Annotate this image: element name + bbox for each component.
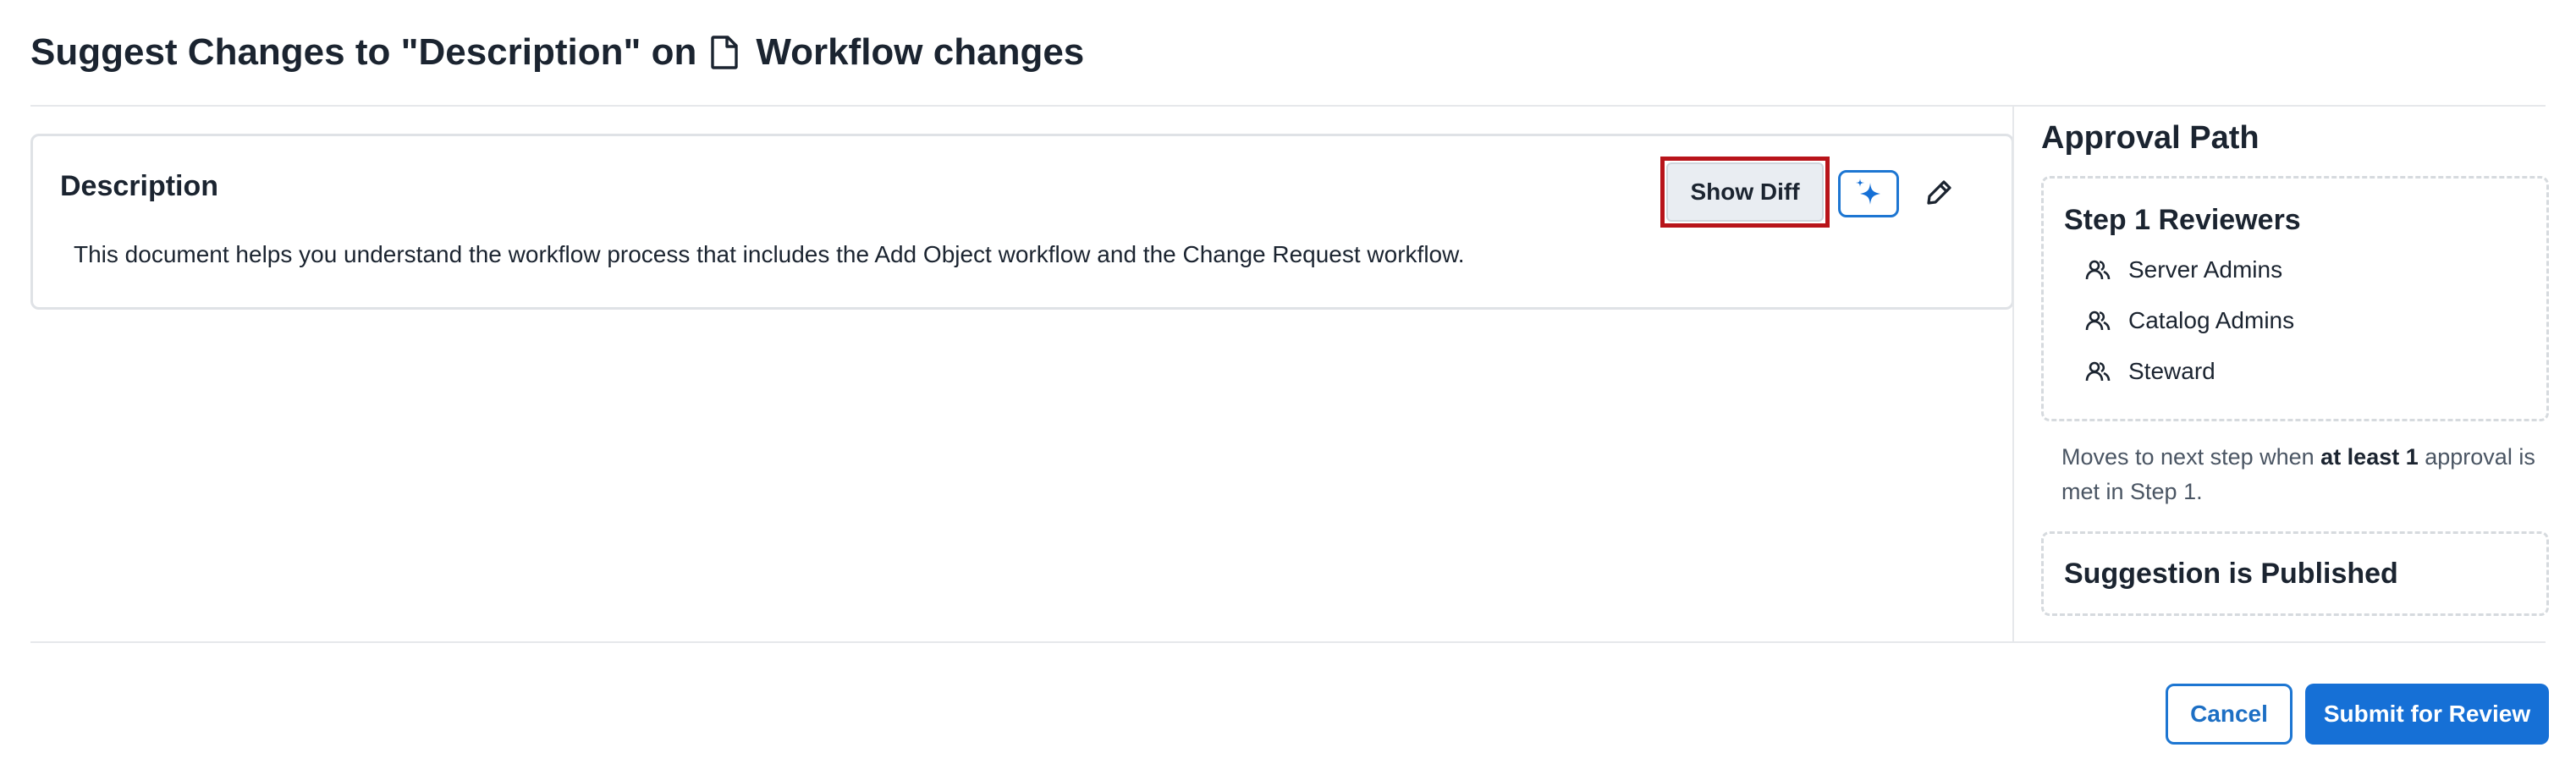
pane-divider — [2012, 107, 2014, 641]
document-icon — [710, 36, 739, 69]
page-title: Suggest Changes to "Description" on Work… — [30, 22, 1084, 83]
reviewer-item: Server Admins — [2084, 256, 2282, 283]
reviewer-name: Catalog Admins — [2128, 307, 2295, 333]
user-group-icon — [2084, 256, 2111, 283]
description-card: Description Show Diff This document help… — [30, 134, 2014, 310]
show-diff-highlight: Show Diff — [1660, 157, 1830, 228]
reviewer-name: Server Admins — [2128, 256, 2283, 283]
cancel-button[interactable]: Cancel — [2166, 684, 2293, 745]
reviewer-item: Steward — [2084, 358, 2215, 385]
user-group-icon — [2084, 358, 2111, 385]
submit-for-review-button[interactable]: Submit for Review — [2305, 684, 2549, 745]
footer-divider — [30, 641, 2546, 643]
description-title: Description — [60, 170, 219, 202]
step-note-text: Moves to next step when — [2061, 444, 2321, 470]
step-note: Moves to next step when at least 1 appro… — [2061, 440, 2544, 509]
step-1-box: Step 1 Reviewers Server Admins Catalog A… — [2041, 176, 2549, 421]
final-step-title: Suggestion is Published — [2064, 558, 2398, 590]
sparkle-icon — [1852, 176, 1885, 212]
approval-path-panel: Approval Path Step 1 Reviewers Server Ad… — [2041, 107, 2549, 641]
user-group-icon — [2084, 307, 2111, 334]
reviewer-name: Steward — [2128, 358, 2215, 384]
page-title-prefix: Suggest Changes to "Description" on — [30, 31, 697, 73]
reviewer-item: Catalog Admins — [2084, 307, 2294, 334]
approval-path-title: Approval Path — [2041, 120, 2260, 156]
step-1-title: Step 1 Reviewers — [2064, 204, 2301, 236]
description-text: This document helps you understand the w… — [74, 241, 1465, 267]
show-diff-button[interactable]: Show Diff — [1666, 162, 1824, 222]
final-step-box: Suggestion is Published — [2041, 531, 2549, 616]
edit-button[interactable] — [1919, 173, 1960, 214]
pencil-icon — [1925, 178, 1954, 211]
main-content: Description Show Diff This document help… — [30, 107, 2014, 641]
step-note-emphasis: at least 1 — [2320, 444, 2419, 470]
ai-assist-button[interactable] — [1838, 170, 1899, 217]
document-name: Workflow changes — [756, 31, 1085, 73]
